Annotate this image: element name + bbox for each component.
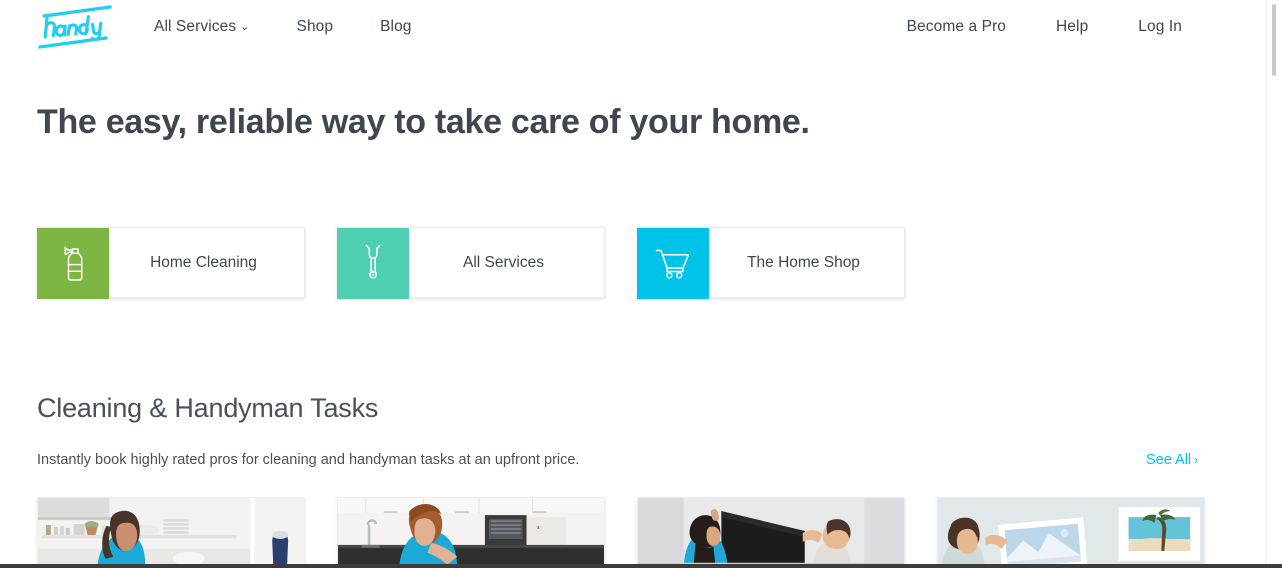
section-title: Cleaning & Handyman Tasks	[37, 393, 379, 423]
task-card-picture-hanging[interactable]	[937, 497, 1205, 565]
quick-card-home-cleaning[interactable]: Home Cleaning	[37, 227, 305, 299]
quick-card-home-cleaning-label: Home Cleaning	[150, 253, 257, 271]
chevron-right-icon: ›	[1194, 453, 1199, 467]
nav-item-all-services[interactable]: All Services ⌄	[154, 18, 250, 36]
task-card-tv-mounting[interactable]	[637, 497, 905, 565]
man-cleaning-counter-photo	[338, 498, 604, 564]
page-title: The easy, reliable way to take care of y…	[37, 103, 810, 141]
woman-cleaning-kitchen-photo	[38, 498, 304, 564]
quick-card-all-services[interactable]: All Services	[337, 227, 605, 299]
shopping-cart-icon	[655, 249, 690, 279]
handy-logo[interactable]	[36, 4, 116, 50]
section-subtitle: Instantly book highly rated pros for cle…	[37, 452, 580, 468]
nav-item-blog[interactable]: Blog	[380, 18, 411, 36]
quick-card-the-home-shop-label: The Home Shop	[747, 253, 860, 271]
wrench-icon	[365, 244, 381, 279]
spray-bottle-icon	[64, 245, 83, 281]
task-card-list	[37, 497, 1205, 565]
nav-item-become-a-pro[interactable]: Become a Pro	[907, 18, 1006, 36]
vertical-scrollbar[interactable]	[1266, 0, 1282, 565]
see-all-link[interactable]: See All ›	[1146, 452, 1198, 468]
site-header: All Services ⌄ Shop Blog Become a Pro Hel…	[0, 0, 1266, 54]
nav-item-all-services-label: All Services	[154, 18, 237, 35]
nav-item-shop[interactable]: Shop	[297, 18, 334, 36]
window-bottom-bar	[0, 564, 1282, 568]
primary-nav: All Services ⌄ Shop Blog	[154, 0, 412, 54]
quick-links: Home Cleaning All Services The Home Shop	[37, 227, 905, 299]
secondary-nav: Become a Pro Help Log In	[907, 0, 1182, 54]
nav-item-log-in[interactable]: Log In	[1138, 18, 1182, 36]
man-hanging-pictures-photo	[938, 498, 1204, 564]
quick-card-all-services-tile	[337, 228, 409, 299]
quick-card-the-home-shop-tile	[637, 228, 709, 299]
quick-card-the-home-shop[interactable]: The Home Shop	[637, 227, 905, 299]
scrollbar-thumb[interactable]	[1272, 4, 1276, 76]
chevron-down-icon: ⌄	[240, 21, 250, 33]
nav-item-help[interactable]: Help	[1056, 18, 1088, 36]
two-men-mounting-tv-photo	[638, 498, 904, 564]
task-card-handyman-cleaning[interactable]	[337, 497, 605, 565]
quick-card-all-services-label: All Services	[463, 253, 544, 271]
task-card-home-cleaning[interactable]	[37, 497, 305, 565]
page-root: All Services ⌄ Shop Blog Become a Pro Hel…	[0, 0, 1282, 568]
quick-card-home-cleaning-tile	[37, 228, 109, 299]
see-all-label: See All	[1146, 452, 1192, 468]
